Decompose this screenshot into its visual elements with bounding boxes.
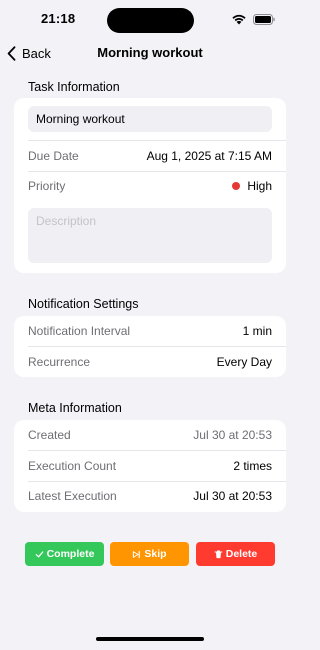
skip-forward-icon (133, 550, 141, 558)
description-field[interactable]: Description (28, 208, 272, 263)
meta-information-card: Created Jul 30 at 20:53 Execution Count … (14, 420, 286, 512)
complete-button-label: Complete (46, 548, 95, 560)
latest-execution-row: Latest Execution Jul 30 at 20:53 (14, 481, 286, 511)
skip-button[interactable]: Skip (110, 542, 189, 566)
due-date-label: Due Date (28, 149, 79, 163)
complete-button[interactable]: Complete (25, 542, 104, 566)
task-information-card: Morning workout Due Date Aug 1, 2025 at … (14, 98, 286, 273)
notification-settings-card: Notification Interval 1 min Recurrence E… (14, 316, 286, 377)
delete-button-label: Delete (225, 548, 258, 560)
page-title: Morning workout (97, 45, 203, 60)
recurrence-value: Every Day (216, 355, 272, 369)
notification-interval-row[interactable]: Notification Interval 1 min (14, 316, 286, 346)
created-label: Created (28, 428, 71, 442)
created-value: Jul 30 at 20:53 (193, 428, 272, 442)
status-bar: 21:18 (0, 0, 300, 40)
due-date-row[interactable]: Due Date Aug 1, 2025 at 7:15 AM (14, 141, 286, 171)
navigation-bar: Back Morning workout (0, 40, 300, 66)
battery-icon (253, 14, 275, 25)
latest-execution-value: Jul 30 at 20:53 (193, 489, 272, 503)
task-information-header: Task Information (28, 80, 120, 94)
notification-interval-value: 1 min (242, 324, 272, 338)
execution-count-value: 2 times (233, 459, 272, 473)
task-title-field[interactable]: Morning workout (28, 106, 272, 132)
priority-value-text: High (247, 179, 272, 193)
created-row: Created Jul 30 at 20:53 (14, 420, 286, 450)
priority-indicator-dot (232, 182, 241, 190)
priority-row[interactable]: Priority High (14, 171, 286, 201)
recurrence-label: Recurrence (28, 355, 91, 369)
notification-settings-header: Notification Settings (28, 297, 139, 311)
skip-button-label: Skip (144, 548, 167, 560)
execution-count-row: Execution Count 2 times (14, 451, 286, 481)
meta-information-header: Meta Information (28, 401, 122, 415)
trash-icon (214, 550, 223, 558)
home-indicator (96, 637, 204, 641)
execution-count-label: Execution Count (28, 459, 117, 473)
priority-label: Priority (28, 179, 66, 193)
notification-interval-label: Notification Interval (28, 324, 131, 338)
priority-value: High (232, 179, 272, 193)
wifi-icon (232, 14, 246, 25)
delete-button[interactable]: Delete (196, 542, 275, 566)
checkmark-icon (35, 550, 43, 557)
recurrence-row[interactable]: Recurrence Every Day (14, 347, 286, 377)
status-time: 21:18 (41, 11, 76, 26)
latest-execution-label: Latest Execution (28, 489, 117, 503)
dynamic-island (107, 8, 194, 33)
due-date-value: Aug 1, 2025 at 7:15 AM (146, 149, 272, 163)
